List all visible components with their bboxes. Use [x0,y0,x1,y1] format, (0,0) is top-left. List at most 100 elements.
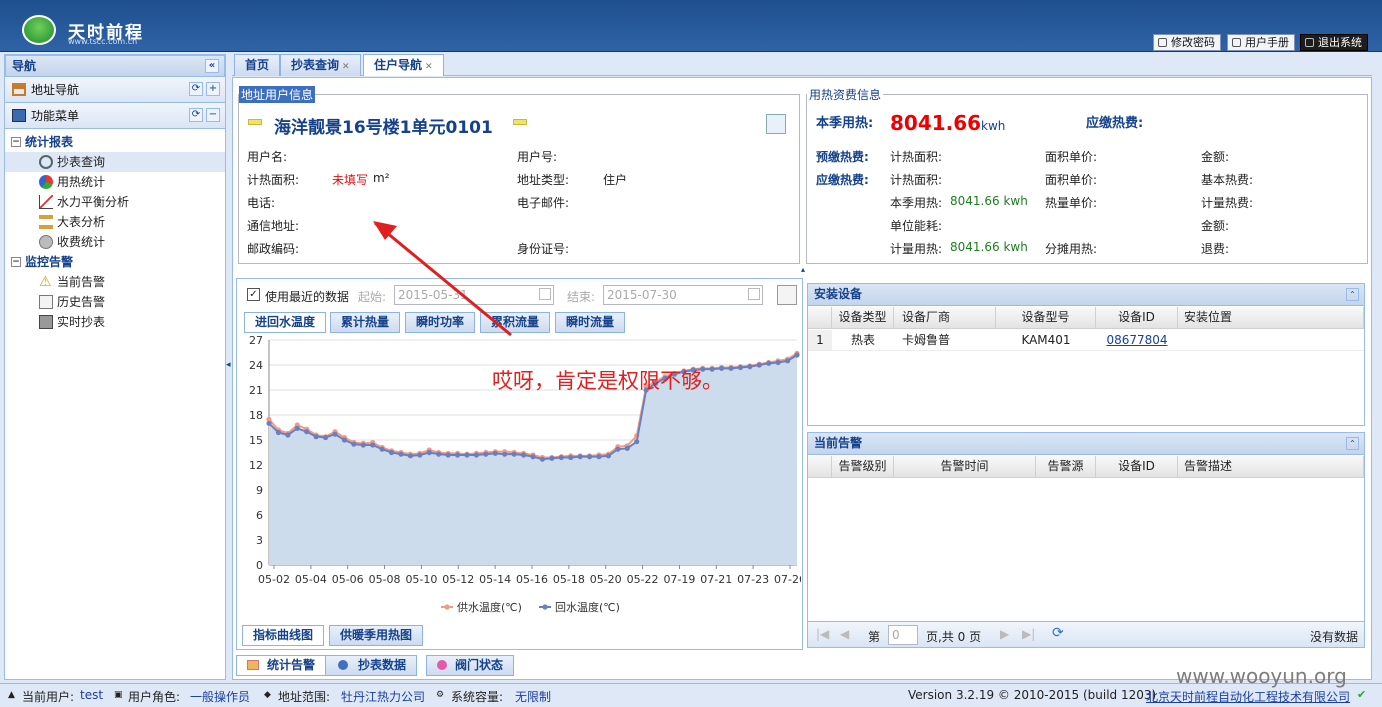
data-point-return[interactable] [332,431,338,437]
col-manufacturer[interactable]: 设备厂商 [894,307,996,329]
data-point-return[interactable] [407,453,414,459]
collapse-icon[interactable]: − [206,108,220,122]
tab-resident-nav[interactable]: 住户导航 ✕ [363,54,444,76]
data-point-return[interactable] [445,452,451,458]
tree-group-monitor[interactable]: − 监控告警 [5,252,225,272]
monitor-icon[interactable] [766,114,786,134]
data-point-return[interactable] [511,451,517,457]
calendar-icon[interactable] [539,288,551,300]
data-point-return[interactable] [426,449,432,456]
tab-instant-flow[interactable]: 瞬时流量 [555,312,626,333]
data-point-return[interactable] [379,446,385,452]
data-point-return[interactable] [634,439,640,445]
col-alarm-device-id[interactable]: 设备ID [1096,456,1178,478]
tree-group-reports[interactable]: − 统计报表 [5,132,225,152]
col-location[interactable]: 安装位置 [1178,307,1364,329]
data-point-return[interactable] [728,365,734,371]
data-point-return[interactable] [766,360,772,366]
close-icon[interactable]: ✕ [425,62,433,72]
page-input[interactable]: 0 [888,625,918,645]
data-point-return[interactable] [784,358,791,364]
data-point-return[interactable] [417,452,423,458]
data-point-return[interactable] [558,454,564,461]
tab-season-heat-chart[interactable]: 供暖季用热图 [329,625,424,646]
tab-home[interactable]: 首页 [234,54,281,76]
data-point-return[interactable] [398,451,404,457]
tab-meter-data[interactable]: 抄表数据 [325,655,418,676]
expand-icon[interactable]: + [206,82,220,96]
tree-item-fee-stats[interactable]: 收费统计 [5,232,225,252]
data-point-return[interactable] [502,451,508,457]
last-page-icon[interactable]: ▶| [1022,627,1035,641]
data-point-return[interactable] [794,352,800,358]
logout-button[interactable]: 退出系统 [1300,34,1368,51]
prev-page-icon[interactable]: ◀ [840,627,849,641]
data-point-return[interactable] [294,425,300,431]
data-point-return[interactable] [530,454,536,460]
data-point-return[interactable] [568,454,574,461]
table-row[interactable]: 1 热表 卡姆鲁普 KAM401 08677804 [808,330,1364,351]
collapse-toggle-icon[interactable]: − [11,257,21,267]
chart-icon[interactable] [777,285,797,305]
tree-item-realtime-read[interactable]: 实时抄表 [5,312,225,332]
data-point-return[interactable] [737,364,744,371]
tab-valve-status[interactable]: 阀门状态 [426,655,515,676]
tab-return-temp[interactable]: 进回水温度 [244,312,327,333]
data-point-return[interactable] [615,446,621,452]
collapse-toggle-icon[interactable]: − [11,137,21,147]
first-page-icon[interactable]: |◀ [816,627,829,641]
tree-item-meter-query[interactable]: 抄表查询 [5,152,225,172]
data-point-return[interactable] [549,455,555,461]
refresh-icon[interactable]: ⟳ [1052,625,1064,641]
data-point-return[interactable] [388,449,395,456]
data-point-return[interactable] [322,434,329,441]
tree-item-heat-stats[interactable]: 用热统计 [5,172,225,192]
data-point-return[interactable] [483,451,489,457]
data-point-return[interactable] [341,437,348,443]
data-point-return[interactable] [304,429,310,435]
end-date-input[interactable]: 2015-07-30 [603,285,763,305]
data-point-return[interactable] [370,442,376,448]
collapse-panel-icon[interactable]: ⌃ [1346,288,1359,301]
refresh-icon[interactable]: ⟳ [189,108,203,122]
collapse-nav-button[interactable]: « [205,59,219,73]
collapse-arrow-icon[interactable]: ▴ [788,266,818,274]
data-point-return[interactable] [596,454,602,460]
data-point-return[interactable] [454,452,461,458]
data-point-return[interactable] [473,452,480,458]
change-password-button[interactable]: 修改密码 [1153,34,1221,51]
data-point-return[interactable] [436,451,442,457]
refresh-icon[interactable]: ⟳ [189,82,203,96]
data-point-return[interactable] [492,450,498,456]
col-alarm-desc[interactable]: 告警描述 [1178,456,1364,478]
data-point-return[interactable] [747,364,753,370]
tree-item-hydraulic-balance[interactable]: 水力平衡分析 [5,192,225,212]
data-point-return[interactable] [360,442,366,448]
data-point-return[interactable] [605,453,612,459]
nav-section-function[interactable]: 功能菜单 ⟳ − [5,103,225,129]
data-point-return[interactable] [285,432,291,438]
col-alarm-time[interactable]: 告警时间 [894,456,1036,478]
close-icon[interactable]: ✕ [342,62,350,72]
data-point-return[interactable] [756,362,762,368]
col-device-id[interactable]: 设备ID [1096,307,1178,329]
tree-item-bulk-meter[interactable]: 大表分析 [5,212,225,232]
calendar-icon[interactable] [748,288,760,300]
collapse-panel-icon[interactable]: ⌃ [1346,437,1359,450]
col-alarm-source[interactable]: 告警源 [1036,456,1096,478]
tree-item-current-alarm[interactable]: ⚠ 当前告警 [5,272,225,292]
company-link[interactable]: 北京天时前程自动化工程技术有限公司 [1146,688,1350,705]
col-alarm-level[interactable]: 告警级别 [832,456,894,478]
tab-stats-alarm[interactable]: 统计告警 [236,655,327,676]
data-point-return[interactable] [266,420,272,426]
data-point-return[interactable] [313,434,319,440]
data-point-return[interactable] [775,359,781,366]
tree-item-history-alarm[interactable]: 历史告警 [5,292,225,312]
data-point-return[interactable] [520,452,527,458]
data-point-return[interactable] [351,441,357,447]
next-page-icon[interactable]: ▶ [1000,627,1009,641]
nav-section-address[interactable]: 地址导航 ⟳ + [5,77,225,103]
col-device-type[interactable]: 设备类型 [832,307,894,329]
col-model[interactable]: 设备型号 [996,307,1096,329]
data-point-return[interactable] [624,445,630,451]
